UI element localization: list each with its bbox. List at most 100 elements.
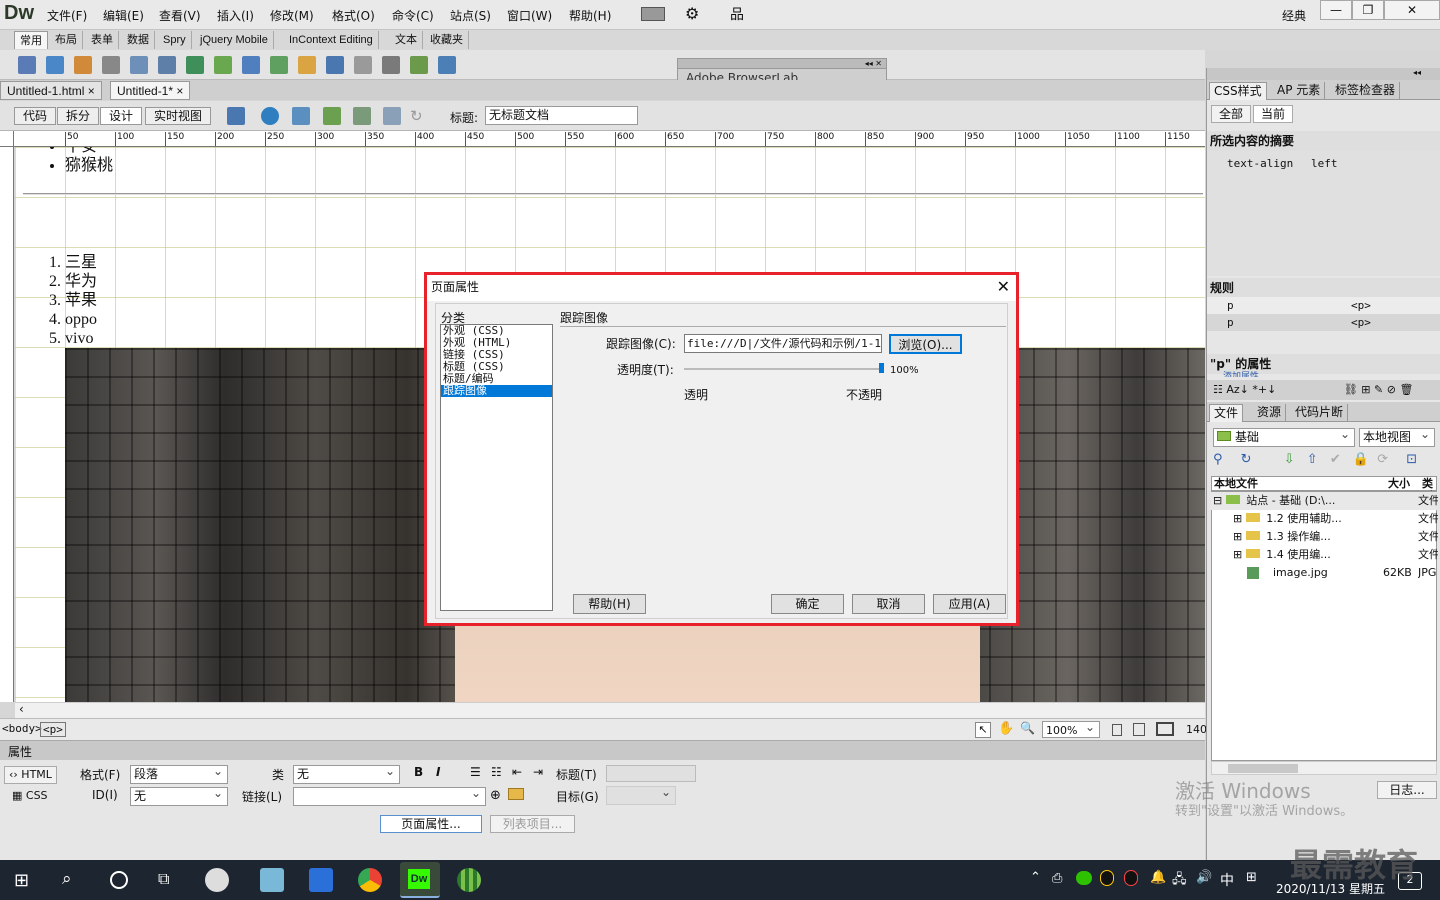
server-include-icon[interactable] (298, 55, 316, 74)
rule-row[interactable]: p <p> (1207, 297, 1440, 314)
sync-icon[interactable]: ⟳ (1377, 452, 1388, 467)
category-view-icon[interactable]: ☷ (1213, 383, 1223, 396)
notepad-app-icon[interactable] (260, 868, 284, 892)
indent-icon[interactable]: ⇥ (533, 765, 543, 779)
tab-forms[interactable]: 表单 (86, 31, 119, 49)
doc-tab-untitled-html[interactable]: Untitled-1.html × (0, 81, 102, 100)
windows-start-icon[interactable]: ⊞ (14, 870, 29, 891)
minimize-button[interactable]: — (1320, 0, 1352, 20)
tag-selector-body[interactable]: <body> (2, 722, 42, 735)
ruler-origin[interactable] (0, 131, 14, 147)
workspace-switcher[interactable]: 经典 (1282, 7, 1306, 24)
scroll-left-icon[interactable]: ‹ (19, 702, 24, 716)
qq-icon[interactable] (1100, 870, 1114, 886)
italic-button[interactable]: I (436, 765, 440, 779)
browse-button[interactable]: 浏览(O)... (889, 334, 962, 354)
notification-bell-icon[interactable]: 🔔 (1150, 870, 1166, 885)
refresh-icon[interactable]: ↻ (410, 107, 423, 125)
list-item[interactable]: oppo (65, 310, 97, 329)
refresh-icon[interactable]: ↻ (1241, 452, 1252, 467)
check-browser-icon[interactable] (353, 107, 371, 125)
menu-file[interactable]: 文件(F) (47, 7, 87, 24)
opacity-slider[interactable] (684, 363, 884, 373)
disable-icon[interactable]: ⊘ (1387, 383, 1396, 396)
gear-icon[interactable]: ⚙ (685, 4, 699, 23)
col-local-files[interactable]: 本地文件 (1214, 477, 1258, 490)
anchor-icon[interactable] (74, 55, 92, 74)
tab-spry[interactable]: Spry (158, 31, 192, 49)
pinwheel-app-icon[interactable] (205, 868, 229, 892)
list-item[interactable]: 平安 (65, 147, 113, 156)
list-item[interactable]: 华为 (65, 272, 97, 291)
rule-row[interactable]: p <p> (1207, 314, 1440, 331)
link-input[interactable] (293, 785, 486, 806)
site-icon[interactable]: 品 (730, 4, 744, 24)
comment-icon[interactable] (326, 55, 344, 74)
zoom-tool-icon[interactable]: 🔍 (1020, 721, 1035, 735)
folder-icon[interactable] (508, 788, 524, 800)
view-live-button[interactable]: 实时视图 (145, 107, 212, 125)
menu-modify[interactable]: 修改(M) (270, 7, 314, 24)
summary-property[interactable]: text-align (1227, 157, 1293, 170)
pointer-tool-icon[interactable]: ↖ (975, 722, 991, 738)
tab-files[interactable]: 文件 (1209, 404, 1244, 422)
visual-aids-icon[interactable] (383, 107, 401, 125)
menu-site[interactable]: 站点(S) (450, 7, 491, 24)
table-icon[interactable] (130, 55, 148, 74)
list-item-button[interactable]: 列表项目... (490, 815, 575, 833)
view-design-button[interactable]: 设计 (100, 107, 143, 125)
tracing-image-input[interactable]: file:///D|/文件/源代码和示例/1-1 (684, 334, 882, 353)
checkin-icon[interactable]: 🔒 (1353, 452, 1369, 467)
horizontal-rule[interactable] (23, 193, 1203, 195)
widget-icon[interactable] (242, 55, 260, 74)
id-select[interactable]: 无 (130, 785, 228, 806)
date-icon[interactable] (270, 55, 288, 74)
mobile-size-icon[interactable] (1112, 724, 1122, 736)
menu-help[interactable]: 帮助(H) (569, 7, 611, 24)
html-mode-button[interactable]: ‹› HTML (4, 766, 57, 784)
task-view-icon[interactable]: ⧉ (158, 869, 169, 889)
view-split-button[interactable]: 拆分 (57, 107, 100, 125)
qq-icon-2[interactable] (1124, 870, 1138, 886)
col-size[interactable]: 大小 (1388, 477, 1410, 490)
template-icon[interactable] (410, 55, 428, 74)
layout-icon[interactable] (641, 7, 665, 21)
properties-header[interactable]: 属性 (0, 740, 1205, 760)
help-button[interactable]: 帮助(H) (573, 594, 646, 614)
target-select[interactable] (606, 784, 676, 805)
preview-browser-icon[interactable] (261, 107, 279, 125)
menu-insert[interactable]: 插入(I) (217, 7, 254, 24)
view-code-button[interactable]: 代码 (14, 107, 57, 125)
new-rule-icon[interactable]: ⊞ (1361, 383, 1370, 396)
connect-icon[interactable]: ⚲ (1213, 452, 1223, 467)
checkout-icon[interactable]: ✔ (1330, 452, 1341, 467)
class-select[interactable]: 无 (293, 763, 400, 784)
files-scrollbar[interactable] (1211, 761, 1437, 775)
unordered-list-icon[interactable]: ☰ (470, 765, 481, 779)
zoom-select[interactable]: 100% (1042, 719, 1100, 738)
add-property-link[interactable]: 添加属性 (1223, 369, 1259, 377)
ime-mode-icon[interactable]: ⊞ (1246, 870, 1257, 885)
tab-tag-inspector[interactable]: 标签检查器 (1331, 82, 1401, 100)
format-select[interactable]: 段落 (130, 763, 228, 784)
tab-assets[interactable]: 资源 (1253, 404, 1287, 422)
chevron-up-icon[interactable]: ⌃ (1030, 870, 1041, 885)
chrome-icon[interactable] (358, 868, 382, 892)
menu-view[interactable]: 查看(V) (159, 7, 201, 24)
tab-text[interactable]: 文本 (390, 31, 423, 49)
tab-ap-elements[interactable]: AP 元素 (1273, 82, 1326, 100)
site-select[interactable]: 基础 (1213, 426, 1355, 447)
close-icon[interactable]: ✕ (997, 275, 1010, 299)
view-select[interactable]: 本地视图 (1359, 426, 1435, 447)
panel-collapse-icon[interactable]: ◂◂ ✕ (678, 59, 886, 69)
head-icon[interactable] (354, 55, 372, 74)
tab-favorites[interactable]: 收藏夹 (425, 31, 469, 49)
title-input[interactable] (606, 765, 696, 782)
file-row[interactable]: ⊞ 1.2 使用辅助... 文件 (1211, 510, 1438, 528)
div-icon[interactable] (158, 55, 176, 74)
list-item[interactable]: 苹果 (65, 291, 97, 310)
multiscreen-icon[interactable] (227, 107, 245, 125)
menu-edit[interactable]: 编辑(E) (103, 7, 144, 24)
file-manage-icon[interactable] (292, 107, 310, 125)
doc-title-input[interactable]: 无标题文档 (485, 106, 638, 125)
